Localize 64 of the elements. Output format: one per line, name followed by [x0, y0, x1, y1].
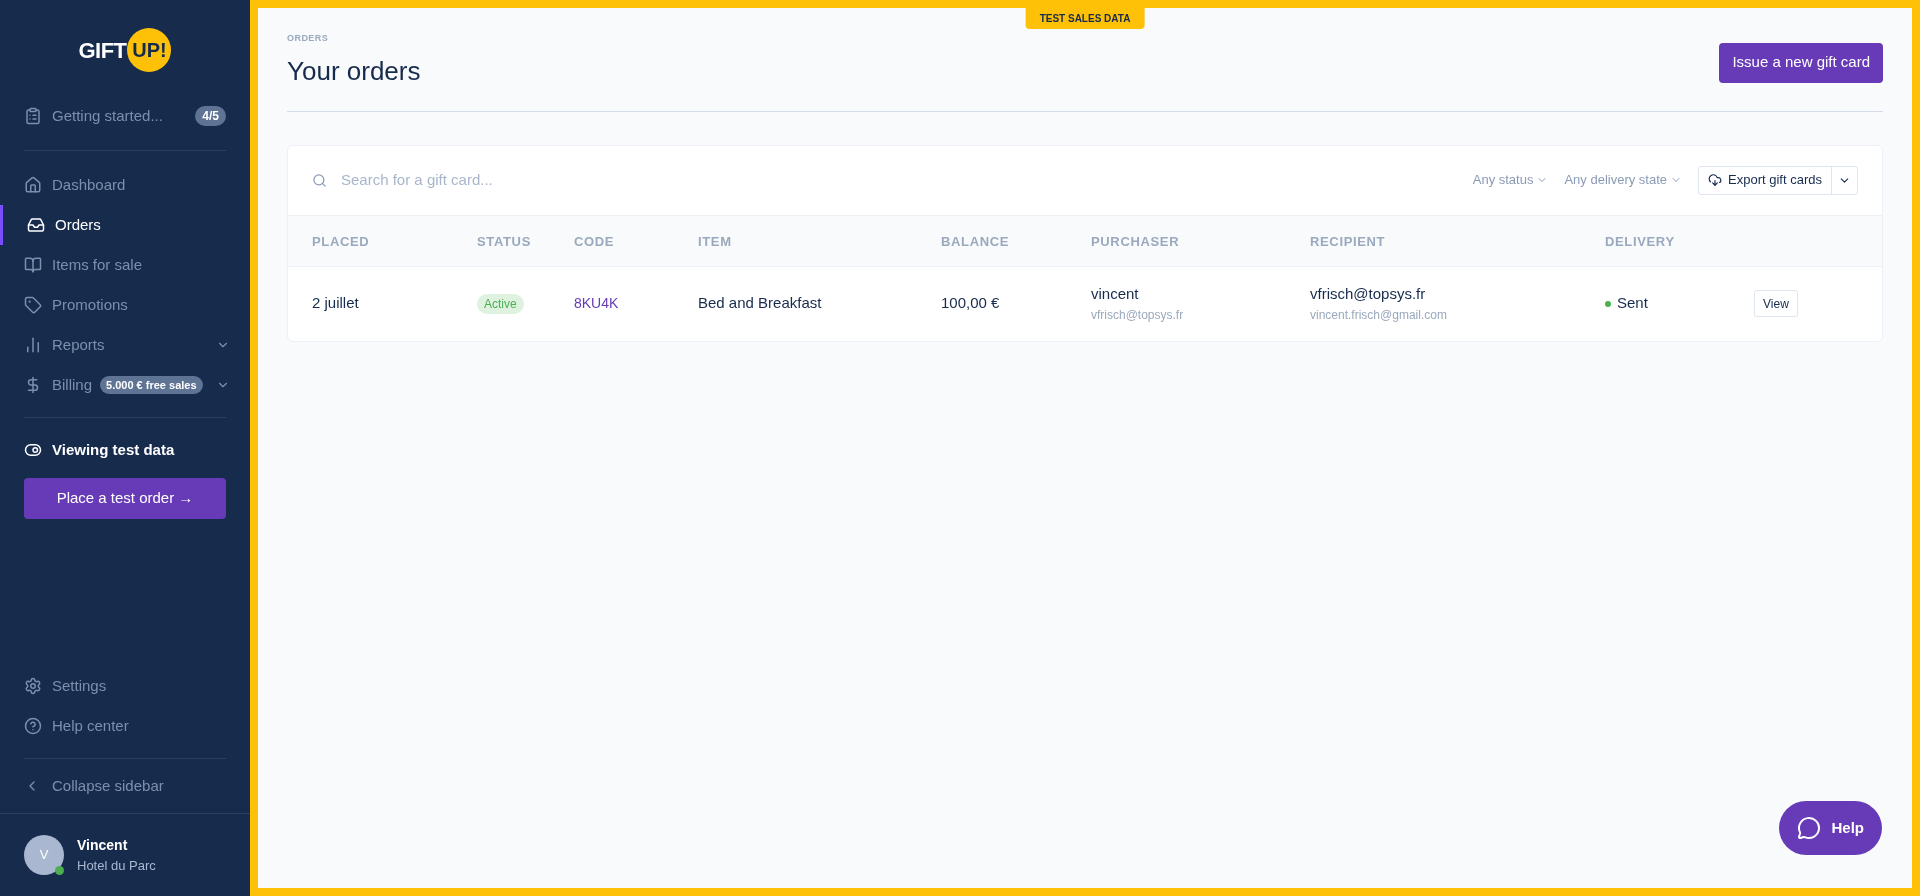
column-header: DELIVERY [1605, 233, 1675, 249]
test-data-toggle[interactable]: Viewing test data [24, 432, 226, 468]
book-icon [24, 256, 42, 274]
free-sales-badge: 5.000 € free sales [100, 375, 203, 395]
nav-label: Dashboard [52, 174, 126, 195]
home-icon [24, 176, 42, 194]
email-text: vincent.frisch@gmail.com [1310, 306, 1448, 324]
bar-chart-icon [24, 336, 42, 354]
nav-item[interactable]: Settings [0, 666, 250, 706]
test-data-banner: TEST SALES DATA [1025, 8, 1145, 29]
table-cell-text: Sent [1617, 293, 1648, 314]
page-title: Your orders [287, 54, 421, 88]
nav-label: Items for sale [52, 254, 143, 275]
breadcrumb: ORDERS [287, 32, 330, 45]
column-header: RECIPIENT [1310, 233, 1386, 249]
clipboard-icon [24, 107, 42, 125]
help-icon [24, 717, 42, 735]
nav-item[interactable]: Items for sale [0, 245, 250, 285]
cloud-download-icon [1708, 173, 1723, 187]
column-header: CODE [574, 233, 615, 249]
code-link[interactable]: 8KU4K [574, 295, 619, 312]
nav-item[interactable]: Promotions [0, 285, 250, 325]
nav-label: Settings [52, 675, 107, 696]
logo-text: GIFT [78, 36, 127, 65]
email-text: vfrisch@topsys.fr [1091, 306, 1185, 324]
table-cell-text: vincent [1091, 284, 1140, 305]
view-button[interactable]: View [1754, 290, 1798, 317]
issue-gift-card-button[interactable]: Issue a new gift card [1719, 42, 1883, 83]
user-name: Vincent [77, 835, 129, 855]
column-header: PURCHASER [1091, 233, 1180, 249]
nav-label: Billing [52, 374, 93, 395]
place-test-order-button[interactable]: Place a test order → [24, 478, 226, 519]
column-header: ITEM [698, 233, 732, 249]
inbox-icon [27, 216, 45, 234]
column-header: BALANCE [941, 233, 1010, 249]
toggle-icon [24, 441, 42, 459]
collapse-sidebar-item[interactable]: Collapse sidebar [0, 759, 250, 813]
help-button[interactable]: Help [1779, 801, 1882, 855]
nav-label: Help center [52, 715, 129, 736]
nav-label: Promotions [52, 294, 128, 315]
nav-label: Reports [52, 334, 105, 355]
column-header: STATUS [477, 233, 531, 249]
nav-item[interactable]: Help center [0, 706, 250, 746]
progress-badge: 4/5 [195, 106, 226, 126]
table-cell: 2 juillet [312, 294, 359, 312]
filter-dropdown[interactable]: Any delivery state [1564, 170, 1683, 190]
search-icon [312, 172, 327, 188]
table-cell-text: vfrisch@topsys.fr [1310, 284, 1427, 305]
filter-dropdown[interactable]: Any status [1472, 170, 1549, 190]
settings-icon [24, 677, 42, 695]
table-cell: 100,00 € [941, 294, 1000, 312]
nav-item[interactable]: Dashboard [0, 165, 250, 205]
nav-item[interactable]: Billing 5.000 € free sales [0, 365, 250, 405]
nav-label: Orders [55, 214, 101, 235]
column-header: PLACED [312, 233, 370, 249]
getting-started-item[interactable]: Getting started... 4/5 [24, 98, 226, 134]
status-badge: Active [477, 294, 524, 315]
chat-icon [1797, 816, 1822, 840]
tag-icon [24, 296, 42, 314]
logo-badge: UP! [127, 28, 172, 72]
nav-item[interactable]: Reports [0, 325, 250, 365]
search-field[interactable]: Search for a gift card... [341, 168, 1473, 192]
user-org: Hotel du Parc [77, 856, 156, 875]
table-cell: Bed and Breakfast [698, 294, 822, 312]
